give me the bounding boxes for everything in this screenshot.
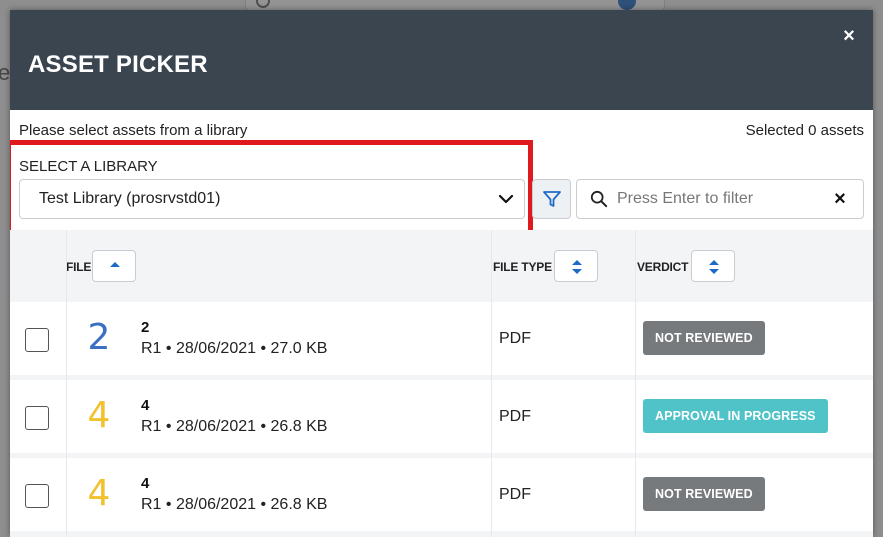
- asset-picker-modal: ASSET PICKER × Please select assets from…: [10, 10, 873, 537]
- table-header: FILE FILE TYPE VERDICT: [10, 230, 873, 300]
- verdict-badge: APPROVAL IN PROGRESS: [643, 399, 828, 433]
- modal-title: ASSET PICKER: [28, 51, 208, 78]
- table-row[interactable]: 2 2 R1 • 28/06/2021 • 27.0 KB PDF NOT RE…: [10, 302, 873, 375]
- library-select-value: Test Library (prosrvstd01): [39, 190, 221, 207]
- filter-button[interactable]: [532, 179, 571, 219]
- file-name: 2: [141, 319, 150, 336]
- column-divider: [491, 230, 492, 537]
- library-select[interactable]: Test Library (prosrvstd01): [19, 179, 525, 219]
- table-row[interactable]: 4 4 R1 • 28/06/2021 • 26.8 KB PDF APPROV…: [10, 380, 873, 453]
- column-divider: [66, 230, 67, 537]
- row-checkbox[interactable]: [25, 406, 49, 430]
- modal-header: ASSET PICKER ×: [10, 10, 873, 110]
- file-type: PDF: [499, 408, 531, 425]
- sort-icon: [709, 260, 719, 274]
- file-type: PDF: [499, 330, 531, 347]
- selected-count: Selected 0 assets: [745, 122, 864, 139]
- row-checkbox[interactable]: [25, 484, 49, 508]
- file-name: 4: [141, 397, 150, 414]
- header-file: FILE: [66, 260, 92, 274]
- library-label: SELECT A LIBRARY: [19, 158, 158, 175]
- search-input[interactable]: [617, 188, 817, 210]
- file-thumbnail: 2: [87, 317, 111, 358]
- verdict-badge: NOT REVIEWED: [643, 477, 765, 511]
- file-meta: R1 • 28/06/2021 • 26.8 KB: [141, 418, 328, 435]
- search-icon: [590, 190, 608, 208]
- file-meta: R1 • 28/06/2021 • 26.8 KB: [141, 496, 328, 513]
- sort-file-type-button[interactable]: [554, 250, 598, 282]
- filter-icon: [543, 191, 561, 207]
- sort-file-button[interactable]: [92, 250, 136, 282]
- sort-ascending-icon: [110, 262, 120, 267]
- file-type: PDF: [499, 486, 531, 503]
- header-verdict: VERDICT: [637, 260, 689, 274]
- file-thumbnail: 4: [87, 395, 111, 436]
- chevron-down-icon: [498, 194, 514, 204]
- sort-icon: [572, 260, 582, 274]
- asset-table: FILE FILE TYPE VERDICT 2 2 R1 • 28/06/20…: [10, 230, 873, 537]
- file-meta: R1 • 28/06/2021 • 27.0 KB: [141, 340, 328, 357]
- file-thumbnail: 4: [87, 473, 111, 514]
- close-button[interactable]: ×: [839, 26, 859, 46]
- header-file-type: FILE TYPE: [493, 260, 552, 274]
- sort-verdict-button[interactable]: [691, 250, 735, 282]
- file-name: 4: [141, 475, 150, 492]
- search-box: ×: [576, 179, 864, 219]
- verdict-badge: NOT REVIEWED: [643, 321, 765, 355]
- table-row[interactable]: 4 4 R1 • 28/06/2021 • 26.8 KB PDF NOT RE…: [10, 458, 873, 531]
- info-row: Please select assets from a library Sele…: [19, 122, 864, 139]
- column-divider: [635, 230, 636, 537]
- clear-search-button[interactable]: ×: [831, 189, 849, 209]
- instruction-text: Please select assets from a library: [19, 122, 248, 139]
- row-checkbox[interactable]: [25, 328, 49, 352]
